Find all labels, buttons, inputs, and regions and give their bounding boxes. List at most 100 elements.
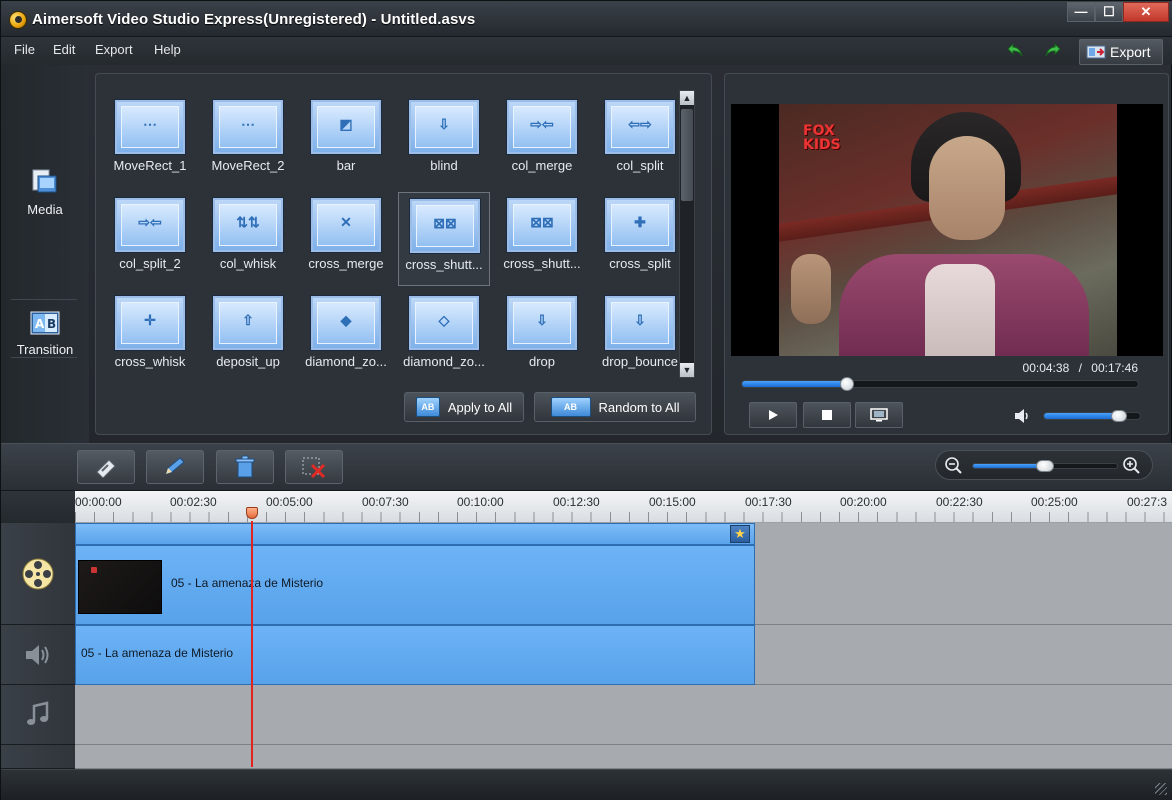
menu-edit[interactable]: Edit [53, 42, 75, 57]
zoom-handle[interactable] [1036, 460, 1054, 472]
play-button[interactable] [749, 402, 797, 428]
apply-to-all-button[interactable]: AB Apply to All [404, 392, 524, 422]
timeline-zoom-control [935, 450, 1153, 480]
seek-handle[interactable] [840, 377, 854, 391]
ruler-tick-label: 00:10:00 [457, 495, 504, 509]
transition-thumbnail: ⋯ [115, 100, 185, 154]
video-preview[interactable]: FOX KIDS [731, 104, 1163, 356]
menu-help[interactable]: Help [154, 42, 181, 57]
scroll-up-icon[interactable]: ▲ [680, 91, 694, 105]
transition-tile[interactable]: ⊠⊠ cross_shutt... [496, 192, 588, 286]
transition-tile[interactable]: ⇩ drop [496, 290, 588, 384]
redo-icon[interactable] [1044, 41, 1062, 59]
undo-icon[interactable] [1006, 41, 1024, 59]
window-title: Aimersoft Video Studio Express(Unregiste… [32, 11, 476, 28]
clear-timeline-button[interactable] [285, 450, 343, 484]
transition-tile[interactable]: ⇩ drop_bounce [594, 290, 686, 384]
transition-thumbnail: ⇧ [213, 296, 283, 350]
total-time: 00:17:46 [1091, 361, 1138, 375]
transition-tile[interactable]: ⇦⇨ col_split [594, 94, 686, 188]
transition-thumbnail: ⇩ [507, 296, 577, 350]
svg-text:B: B [47, 317, 56, 331]
trash-icon [235, 455, 255, 478]
transition-tile[interactable]: ◆ diamond_zo... [300, 290, 392, 384]
transition-label: col_merge [511, 158, 573, 173]
transition-scrollbar[interactable]: ▲ ▼ [679, 90, 695, 378]
app-window: Aimersoft Video Studio Express(Unregiste… [0, 0, 1172, 800]
audio-track-header [1, 625, 75, 685]
transition-thumbnail: ◆ [311, 296, 381, 350]
delete-button[interactable] [216, 450, 274, 484]
transition-strip[interactable] [75, 523, 755, 545]
transition-tile[interactable]: ✕ cross_merge [300, 192, 392, 286]
transition-tile-selected[interactable]: ⊠⊠ cross_shutt... [398, 192, 490, 286]
clip-thumbnail [78, 560, 162, 614]
menu-file[interactable]: File [14, 42, 35, 57]
export-button[interactable]: Export [1079, 39, 1163, 65]
volume-handle[interactable] [1111, 410, 1127, 422]
transition-thumbnail: ⊠⊠ [507, 198, 577, 252]
maximize-button[interactable]: ☐ [1095, 2, 1123, 22]
transition-tile[interactable]: ⇧ deposit_up [202, 290, 294, 384]
transition-label: drop [528, 354, 556, 369]
time-separator: / [1078, 361, 1082, 375]
playhead-handle[interactable] [246, 507, 258, 519]
ruler-corner [1, 491, 75, 523]
snapshot-button[interactable] [855, 402, 903, 428]
music-track [75, 685, 1172, 745]
transition-thumbnail: ⇨⇦ [115, 198, 185, 252]
film-reel-icon [22, 558, 54, 589]
volume-icon[interactable] [1013, 408, 1031, 424]
split-button[interactable] [77, 450, 135, 484]
video-track-header [1, 523, 75, 625]
transition-thumbnail: ⇨⇦ [507, 100, 577, 154]
sidebar-item-transition[interactable]: AB Transition [7, 309, 83, 357]
transition-label: col_split [616, 158, 664, 173]
transition-tile[interactable]: ⇅⇅ col_whisk [202, 192, 294, 286]
ruler-tick-label: 00:22:30 [936, 495, 983, 509]
transition-thumbnail: ✕ [311, 198, 381, 252]
ruler-tick-label: 00:05:00 [266, 495, 313, 509]
minimize-button[interactable]: — [1067, 2, 1095, 22]
zoom-slider[interactable] [972, 460, 1118, 472]
transition-thumbnail: ✚ [605, 198, 675, 252]
seek-bar[interactable] [741, 377, 1139, 391]
ruler-tick-label: 00:12:30 [553, 495, 600, 509]
zoom-in-icon[interactable] [1122, 456, 1142, 476]
scrollbar-thumb[interactable] [681, 109, 693, 201]
transition-thumbnail: ✛ [115, 296, 185, 350]
transition-label: drop_bounce [602, 354, 678, 369]
transition-tile[interactable]: ⇩ blind [398, 94, 490, 188]
timeline-ruler[interactable]: 00:00:00 00:02:30 00:05:00 00:07:30 00:1… [75, 491, 1172, 523]
stop-button[interactable] [803, 402, 851, 428]
random-all-icon: AB [550, 397, 591, 417]
transition-tile[interactable]: ⇨⇦ col_merge [496, 94, 588, 188]
transition-tile[interactable]: ⇨⇦ col_split_2 [104, 192, 196, 286]
transition-tile[interactable]: ✛ cross_whisk [104, 290, 196, 384]
apply-all-icon: AB [415, 397, 440, 417]
transition-label: cross_shutt... [503, 256, 581, 271]
transition-tile[interactable]: ◩ bar [300, 94, 392, 188]
volume-slider[interactable] [1043, 410, 1141, 422]
zoom-out-icon[interactable] [944, 456, 964, 476]
playhead-line[interactable] [251, 521, 253, 767]
video-clip[interactable]: 05 - La amenaza de Misterio [75, 545, 755, 625]
random-to-all-button[interactable]: AB Random to All [534, 392, 696, 422]
star-badge-icon[interactable]: ★ [730, 525, 750, 543]
scroll-down-icon[interactable]: ▼ [680, 363, 694, 377]
audio-clip[interactable]: 05 - La amenaza de Misterio [75, 625, 755, 685]
sidebar-item-media[interactable]: Media [7, 167, 83, 217]
pencil-icon [165, 457, 185, 475]
video-frame: FOX KIDS [779, 104, 1117, 356]
transition-tile[interactable]: ⋯ MoveRect_2 [202, 94, 294, 188]
menu-export[interactable]: Export [95, 42, 133, 57]
timeline-toolbar [1, 443, 1172, 491]
transition-tile[interactable]: ⋯ MoveRect_1 [104, 94, 196, 188]
clear-all-icon [302, 457, 326, 479]
edit-button[interactable] [146, 450, 204, 484]
close-button[interactable]: ✕ [1123, 2, 1169, 22]
transition-tile[interactable]: ◇ diamond_zo... [398, 290, 490, 384]
extra-track-header [1, 745, 75, 769]
transition-tile[interactable]: ✚ cross_split [594, 192, 686, 286]
resize-grip-icon[interactable] [1155, 783, 1167, 795]
